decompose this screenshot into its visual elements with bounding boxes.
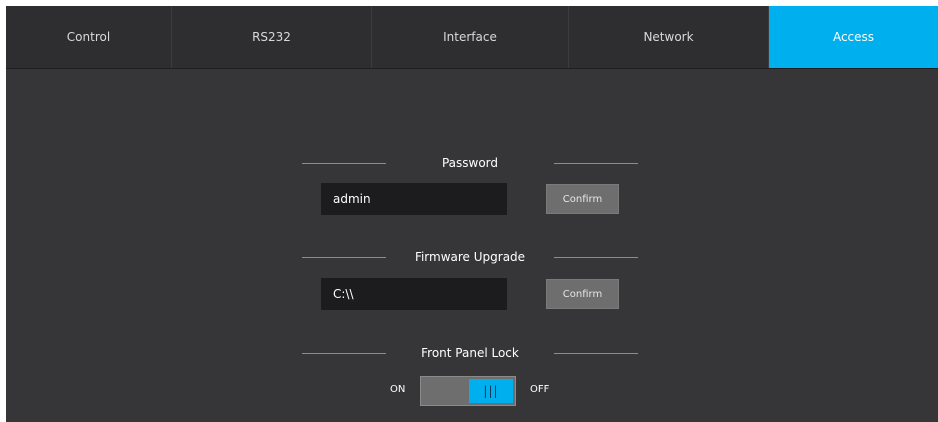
tab-bar: Control RS232 Interface Network Access bbox=[6, 6, 938, 69]
tab-access[interactable]: Access bbox=[769, 6, 938, 68]
access-panel: Control RS232 Interface Network Access P… bbox=[6, 6, 938, 422]
tab-network[interactable]: Network bbox=[569, 6, 769, 68]
front-panel-lock-title: Front Panel Lock bbox=[421, 346, 519, 360]
password-section-header: Password bbox=[302, 153, 638, 173]
password-confirm-button[interactable]: Confirm bbox=[546, 184, 619, 214]
front-panel-lock-control: ON ||| OFF bbox=[386, 376, 566, 406]
divider bbox=[302, 162, 386, 164]
divider bbox=[302, 256, 386, 258]
front-panel-lock-toggle[interactable]: ||| bbox=[420, 376, 516, 406]
divider bbox=[554, 352, 638, 354]
front-panel-lock-section-header: Front Panel Lock bbox=[302, 343, 638, 363]
toggle-knob-grip-icon[interactable]: ||| bbox=[469, 379, 513, 403]
firmware-title: Firmware Upgrade bbox=[414, 250, 526, 264]
divider bbox=[554, 162, 638, 164]
firmware-confirm-button[interactable]: Confirm bbox=[546, 279, 619, 309]
toggle-off-label: OFF bbox=[530, 384, 550, 395]
divider bbox=[302, 352, 386, 354]
firmware-section-header: Firmware Upgrade bbox=[302, 247, 638, 267]
password-title: Password bbox=[441, 156, 499, 170]
tab-control[interactable]: Control bbox=[6, 6, 172, 68]
toggle-on-label: ON bbox=[390, 384, 406, 395]
divider bbox=[554, 256, 638, 258]
tab-interface[interactable]: Interface bbox=[372, 6, 569, 68]
password-input[interactable] bbox=[321, 183, 507, 215]
tab-rs232[interactable]: RS232 bbox=[172, 6, 372, 68]
firmware-path-input[interactable] bbox=[321, 278, 507, 310]
